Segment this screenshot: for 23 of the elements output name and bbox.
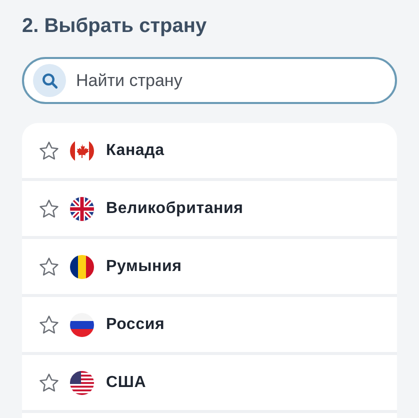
tricolor-flag-icon xyxy=(70,312,94,336)
country-row[interactable]: Россия xyxy=(22,297,397,355)
country-name: США xyxy=(106,372,146,392)
country-name: Канада xyxy=(106,140,164,160)
search-bar[interactable]: Найти страну xyxy=(22,57,397,104)
section-title: 2. Выбрать страну xyxy=(22,14,208,39)
star-icon[interactable] xyxy=(38,256,60,278)
star-icon[interactable] xyxy=(38,314,60,336)
country-row[interactable]: Румыния xyxy=(22,239,397,297)
search-icon xyxy=(33,64,66,97)
country-name: Великобритания xyxy=(106,198,244,218)
country-name: Россия xyxy=(106,314,165,334)
search-input[interactable]: Найти страну xyxy=(76,68,395,94)
stars-and-stripes-flag-icon xyxy=(70,370,94,394)
star-icon[interactable] xyxy=(38,140,60,162)
country-row[interactable]: Великобритания xyxy=(22,181,397,239)
tricolor-flag-icon xyxy=(70,254,94,278)
star-icon[interactable] xyxy=(38,372,60,394)
country-row[interactable]: Канада xyxy=(22,123,397,181)
union-jack-flag-icon xyxy=(70,196,94,220)
country-row[interactable]: США xyxy=(22,355,397,413)
star-icon[interactable] xyxy=(38,198,60,220)
country-name: Румыния xyxy=(106,256,182,276)
